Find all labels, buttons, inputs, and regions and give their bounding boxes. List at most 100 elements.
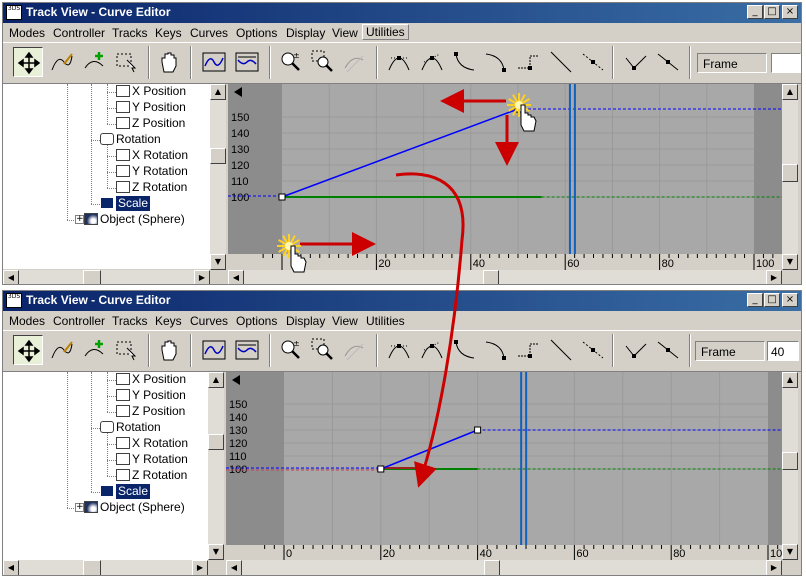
menu-modes[interactable]: Modes	[9, 26, 45, 40]
tangent-step-button[interactable]	[513, 335, 543, 365]
zoom-value-extents-button[interactable]	[232, 335, 262, 365]
tangent-fast-button[interactable]	[449, 47, 479, 77]
menu-keys[interactable]: Keys	[155, 26, 182, 40]
keyframe[interactable]	[474, 426, 482, 434]
menu-display[interactable]: Display	[286, 314, 325, 328]
graph-vertical-scrollbar[interactable]: ▲ ▼	[782, 84, 798, 270]
scroll-right-arrow-icon[interactable]: ▶	[194, 270, 210, 284]
tangent-slow-button[interactable]	[481, 335, 511, 365]
menu-controller[interactable]: Controller	[53, 26, 105, 40]
keyframe[interactable]	[377, 465, 385, 473]
scroll-right-arrow-icon[interactable]: ▶	[766, 560, 782, 575]
scroll-thumb[interactable]	[208, 434, 224, 450]
zoom-button[interactable]: ±	[276, 335, 306, 365]
tangent-linear-button[interactable]	[546, 335, 576, 365]
minimize-button[interactable]: _	[747, 5, 763, 19]
scroll-thumb[interactable]	[484, 560, 500, 575]
maximize-button[interactable]: □	[764, 293, 780, 307]
tree-horizontal-scrollbar[interactable]: ◀ ▶	[3, 560, 208, 575]
zoom-region-button[interactable]	[308, 47, 338, 77]
scroll-down-arrow-icon[interactable]: ▼	[210, 254, 226, 270]
tangent-step-button[interactable]	[513, 47, 543, 77]
menu-utilities[interactable]: Utilities	[366, 314, 405, 328]
scroll-left-arrow-icon[interactable]: ◀	[3, 270, 19, 284]
graph-vertical-scrollbar[interactable]: ▲ ▼	[782, 372, 798, 560]
isolate-curve-button[interactable]	[340, 47, 370, 77]
graph-horizontal-scrollbar[interactable]: ◀ ▶	[228, 270, 782, 284]
scroll-thumb[interactable]	[782, 164, 798, 182]
tangent-slow-button[interactable]	[481, 47, 511, 77]
menu-options[interactable]: Options	[236, 314, 277, 328]
scroll-left-arrow-icon[interactable]: ◀	[3, 560, 19, 575]
graph-horizontal-scrollbar[interactable]: ◀ ▶	[226, 560, 782, 575]
curve-graph[interactable]: 150140130120110100	[226, 372, 782, 545]
move-keys-button[interactable]	[13, 335, 43, 365]
draw-curves-button[interactable]	[47, 335, 77, 365]
tree-horizontal-scrollbar[interactable]: ◀ ▶	[3, 270, 210, 284]
scroll-up-arrow-icon[interactable]: ▲	[782, 84, 798, 100]
zoom-button[interactable]: ±	[276, 47, 306, 77]
scroll-down-arrow-icon[interactable]: ▼	[208, 544, 224, 560]
tangent-smooth-button[interactable]	[578, 47, 608, 77]
menu-curves[interactable]: Curves	[190, 314, 228, 328]
minimize-button[interactable]: _	[747, 293, 763, 307]
add-keys-button[interactable]	[80, 335, 110, 365]
scroll-left-arrow-icon[interactable]: ◀	[226, 560, 242, 575]
close-button[interactable]: ×	[782, 293, 798, 307]
zoom-horizontal-extents-button[interactable]	[199, 335, 229, 365]
scroll-down-arrow-icon[interactable]: ▼	[782, 254, 798, 270]
add-keys-button[interactable]	[80, 47, 110, 77]
draw-curves-button[interactable]	[47, 47, 77, 77]
title-bar[interactable]: 3DS Track View - Curve Editor _ □ ×	[3, 291, 801, 311]
show-keys-button[interactable]	[621, 47, 651, 77]
tangent-auto-button[interactable]	[384, 47, 414, 77]
menu-options[interactable]: Options	[236, 26, 277, 40]
keyframe[interactable]	[514, 105, 522, 113]
menu-modes[interactable]: Modes	[9, 314, 45, 328]
scroll-thumb[interactable]	[782, 452, 798, 470]
frame-input[interactable]	[771, 53, 801, 73]
region-select-button[interactable]	[112, 47, 142, 77]
scroll-thumb[interactable]	[210, 148, 226, 164]
maximize-button[interactable]: □	[764, 5, 780, 19]
menu-view[interactable]: View	[332, 314, 358, 328]
scroll-left-arrow-icon[interactable]: ◀	[228, 270, 244, 284]
menu-tracks[interactable]: Tracks	[112, 314, 148, 328]
show-keys-button[interactable]	[621, 335, 651, 365]
tangent-custom-button[interactable]	[417, 335, 447, 365]
region-select-button[interactable]	[112, 335, 142, 365]
expand-toggle-icon[interactable]: +	[75, 503, 84, 512]
keyframe[interactable]	[278, 193, 286, 201]
curve-graph[interactable]: 150140130120110100	[228, 84, 782, 254]
expand-toggle-icon[interactable]: +	[75, 215, 84, 224]
zoom-value-extents-button[interactable]	[232, 47, 262, 77]
scroll-right-arrow-icon[interactable]: ▶	[766, 270, 782, 284]
menu-view[interactable]: View	[332, 26, 358, 40]
scale-curve[interactable]	[281, 108, 519, 198]
scroll-thumb[interactable]	[83, 270, 101, 284]
tangent-custom-button[interactable]	[417, 47, 447, 77]
frame-ruler[interactable]: 0 20 40 60 80 100	[226, 545, 788, 560]
scroll-thumb[interactable]	[483, 270, 499, 284]
menu-display[interactable]: Display	[286, 26, 325, 40]
scroll-down-arrow-icon[interactable]: ▼	[782, 544, 798, 560]
scroll-up-arrow-icon[interactable]: ▲	[782, 372, 798, 388]
show-tangents-button[interactable]	[653, 335, 683, 365]
menu-keys[interactable]: Keys	[155, 314, 182, 328]
tangent-linear-button[interactable]	[546, 47, 576, 77]
menu-tracks[interactable]: Tracks	[112, 26, 148, 40]
scroll-thumb[interactable]	[83, 560, 101, 575]
pan-button[interactable]	[154, 335, 184, 365]
scroll-up-arrow-icon[interactable]: ▲	[208, 372, 224, 388]
pan-button[interactable]	[154, 47, 184, 77]
tangent-auto-button[interactable]	[384, 335, 414, 365]
show-tangents-button[interactable]	[653, 47, 683, 77]
menu-controller[interactable]: Controller	[53, 314, 105, 328]
frame-ruler[interactable]: 20 40 60 80 100	[228, 254, 782, 270]
scroll-right-arrow-icon[interactable]: ▶	[192, 560, 208, 575]
title-bar[interactable]: 3DS Track View - Curve Editor _ □ ×	[3, 3, 801, 23]
tangent-fast-button[interactable]	[449, 335, 479, 365]
tangent-smooth-button[interactable]	[578, 335, 608, 365]
tree-vertical-scrollbar[interactable]: ▲ ▼	[210, 84, 226, 270]
tree-vertical-scrollbar[interactable]: ▲ ▼	[208, 372, 224, 560]
